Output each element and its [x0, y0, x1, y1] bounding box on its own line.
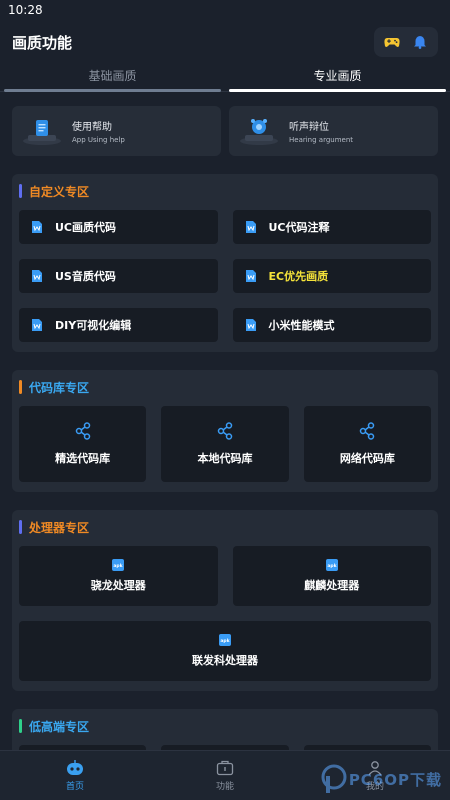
proc-label: 麒麟处理器: [304, 579, 360, 592]
uc-code-notes-button[interactable]: UC代码注释: [232, 210, 431, 244]
gamepad-icon[interactable]: [380, 31, 404, 53]
processor-section: 处理器专区 apk 骁龙处理器 apk 麒麟处理器 apk 联发科处理器: [12, 510, 438, 691]
tab-pro-quality[interactable]: 专业画质: [225, 64, 450, 92]
low-high-section: 低高端专区: [12, 709, 438, 750]
watermark: PC6OP下载: [321, 764, 442, 794]
uc-quality-code-button[interactable]: UC画质代码: [19, 210, 218, 244]
app-header: 画质功能: [0, 20, 450, 64]
svg-text:apk: apk: [220, 638, 230, 644]
section-accent-bar: [19, 184, 22, 198]
hearing-card[interactable]: 听声辩位 Hearing argument: [229, 106, 438, 156]
item-label: 小米性能模式: [268, 319, 335, 332]
tile-label: 本地代码库: [197, 452, 253, 465]
section-accent-bar: [19, 380, 22, 394]
section-header: 处理器专区: [19, 518, 431, 536]
chip-icon: apk: [325, 559, 338, 571]
tile-label: 精选代码库: [55, 452, 111, 465]
section-title: 自定义专区: [29, 184, 90, 199]
tab-label: 专业画质: [313, 69, 362, 83]
section-title: 代码库专区: [29, 380, 90, 395]
code-library-section: 代码库专区 精选代码库 本地代码库 网络代码库: [12, 370, 438, 492]
hearing-card-title: 听声辩位: [289, 122, 329, 133]
snapdragon-button[interactable]: apk 骁龙处理器: [19, 546, 218, 606]
help-card-title: 使用帮助: [72, 122, 112, 133]
watermark-logo-icon: [321, 764, 347, 793]
doc-icon: [32, 221, 42, 233]
tab-bar: 基础画质 专业画质: [0, 64, 450, 92]
nav-label: 首页: [65, 781, 84, 792]
item-label: DIY可视化编辑: [55, 319, 132, 332]
bell-icon[interactable]: [408, 31, 432, 53]
status-bar: 10:28: [0, 0, 450, 20]
section-header: 低高端专区: [19, 717, 431, 735]
doc-icon: [245, 319, 256, 331]
section-header: 自定义专区: [19, 182, 431, 200]
featured-library-button[interactable]: 精选代码库: [19, 406, 147, 482]
hearing-card-text: 听声辩位 Hearing argument: [289, 118, 353, 144]
content-scroll[interactable]: 使用帮助 App Using help 听声辩位 Hearing argumen…: [0, 92, 450, 750]
section-header: 代码库专区: [19, 378, 431, 396]
help-card-subtitle: App Using help: [72, 136, 125, 144]
proc-label: 联发科处理器: [192, 654, 258, 667]
item-label: US音质代码: [55, 270, 116, 283]
kirin-button[interactable]: apk 麒麟处理器: [232, 546, 431, 606]
network-library-button[interactable]: 网络代码库: [303, 406, 431, 482]
item-label: UC画质代码: [55, 221, 117, 234]
svg-text:apk: apk: [114, 563, 124, 569]
hearing-card-subtitle: Hearing argument: [289, 136, 354, 144]
nav-home[interactable]: 首页: [0, 751, 150, 800]
code-library-grid: 精选代码库 本地代码库 网络代码库: [19, 406, 431, 482]
sound-icon: [240, 119, 278, 145]
chip-icon: apk: [112, 559, 125, 571]
diy-visual-editor-button[interactable]: DIY可视化编辑: [19, 308, 218, 342]
item-label: UC代码注释: [268, 221, 330, 234]
ec-priority-quality-button[interactable]: EC优先画质: [232, 259, 431, 293]
doc-icon: [245, 221, 256, 233]
doc-icon: [32, 270, 42, 282]
svg-text:apk: apk: [327, 563, 337, 569]
tab-label: 基础画质: [88, 69, 137, 83]
help-doc-icon: [23, 120, 61, 145]
toolbox-icon: [216, 760, 234, 775]
local-library-button[interactable]: 本地代码库: [161, 406, 289, 482]
nav-label: 功能: [215, 781, 234, 792]
mediatek-button[interactable]: apk 联发科处理器: [19, 621, 431, 681]
xiaomi-performance-button[interactable]: 小米性能模式: [232, 308, 431, 342]
watermark-text: PC6OP下载: [348, 770, 442, 789]
nav-functions[interactable]: 功能: [150, 751, 300, 800]
tile-label: 网络代码库: [339, 452, 395, 465]
share-icon: [217, 422, 233, 440]
doc-icon: [245, 270, 256, 282]
header-actions: [374, 27, 438, 57]
item-label: EC优先画质: [268, 270, 329, 283]
doc-icon: [32, 319, 42, 331]
processor-grid: apk 骁龙处理器 apk 麒麟处理器: [19, 546, 431, 606]
robot-icon: [67, 759, 83, 775]
share-icon: [75, 422, 90, 440]
top-cards: 使用帮助 App Using help 听声辩位 Hearing argumen…: [12, 106, 438, 156]
us-sound-code-button[interactable]: US音质代码: [19, 259, 218, 293]
help-card[interactable]: 使用帮助 App Using help: [12, 106, 221, 156]
proc-label: 骁龙处理器: [90, 579, 146, 592]
section-accent-bar: [19, 719, 22, 733]
custom-section: 自定义专区 UC画质代码 UC代码注释 US音质代码 EC优先画质 DIY可视化…: [12, 174, 438, 352]
custom-grid: UC画质代码 UC代码注释 US音质代码 EC优先画质 DIY可视化编辑 小米性…: [19, 210, 431, 342]
chip-icon: apk: [219, 634, 231, 646]
page-title: 画质功能: [12, 33, 73, 52]
tab-basic-quality[interactable]: 基础画质: [0, 64, 225, 92]
share-icon: [360, 422, 375, 440]
help-card-text: 使用帮助 App Using help: [72, 118, 125, 144]
section-accent-bar: [19, 520, 22, 534]
section-title: 处理器专区: [29, 520, 90, 535]
section-title: 低高端专区: [29, 719, 90, 734]
status-time: 10:28: [8, 3, 43, 17]
